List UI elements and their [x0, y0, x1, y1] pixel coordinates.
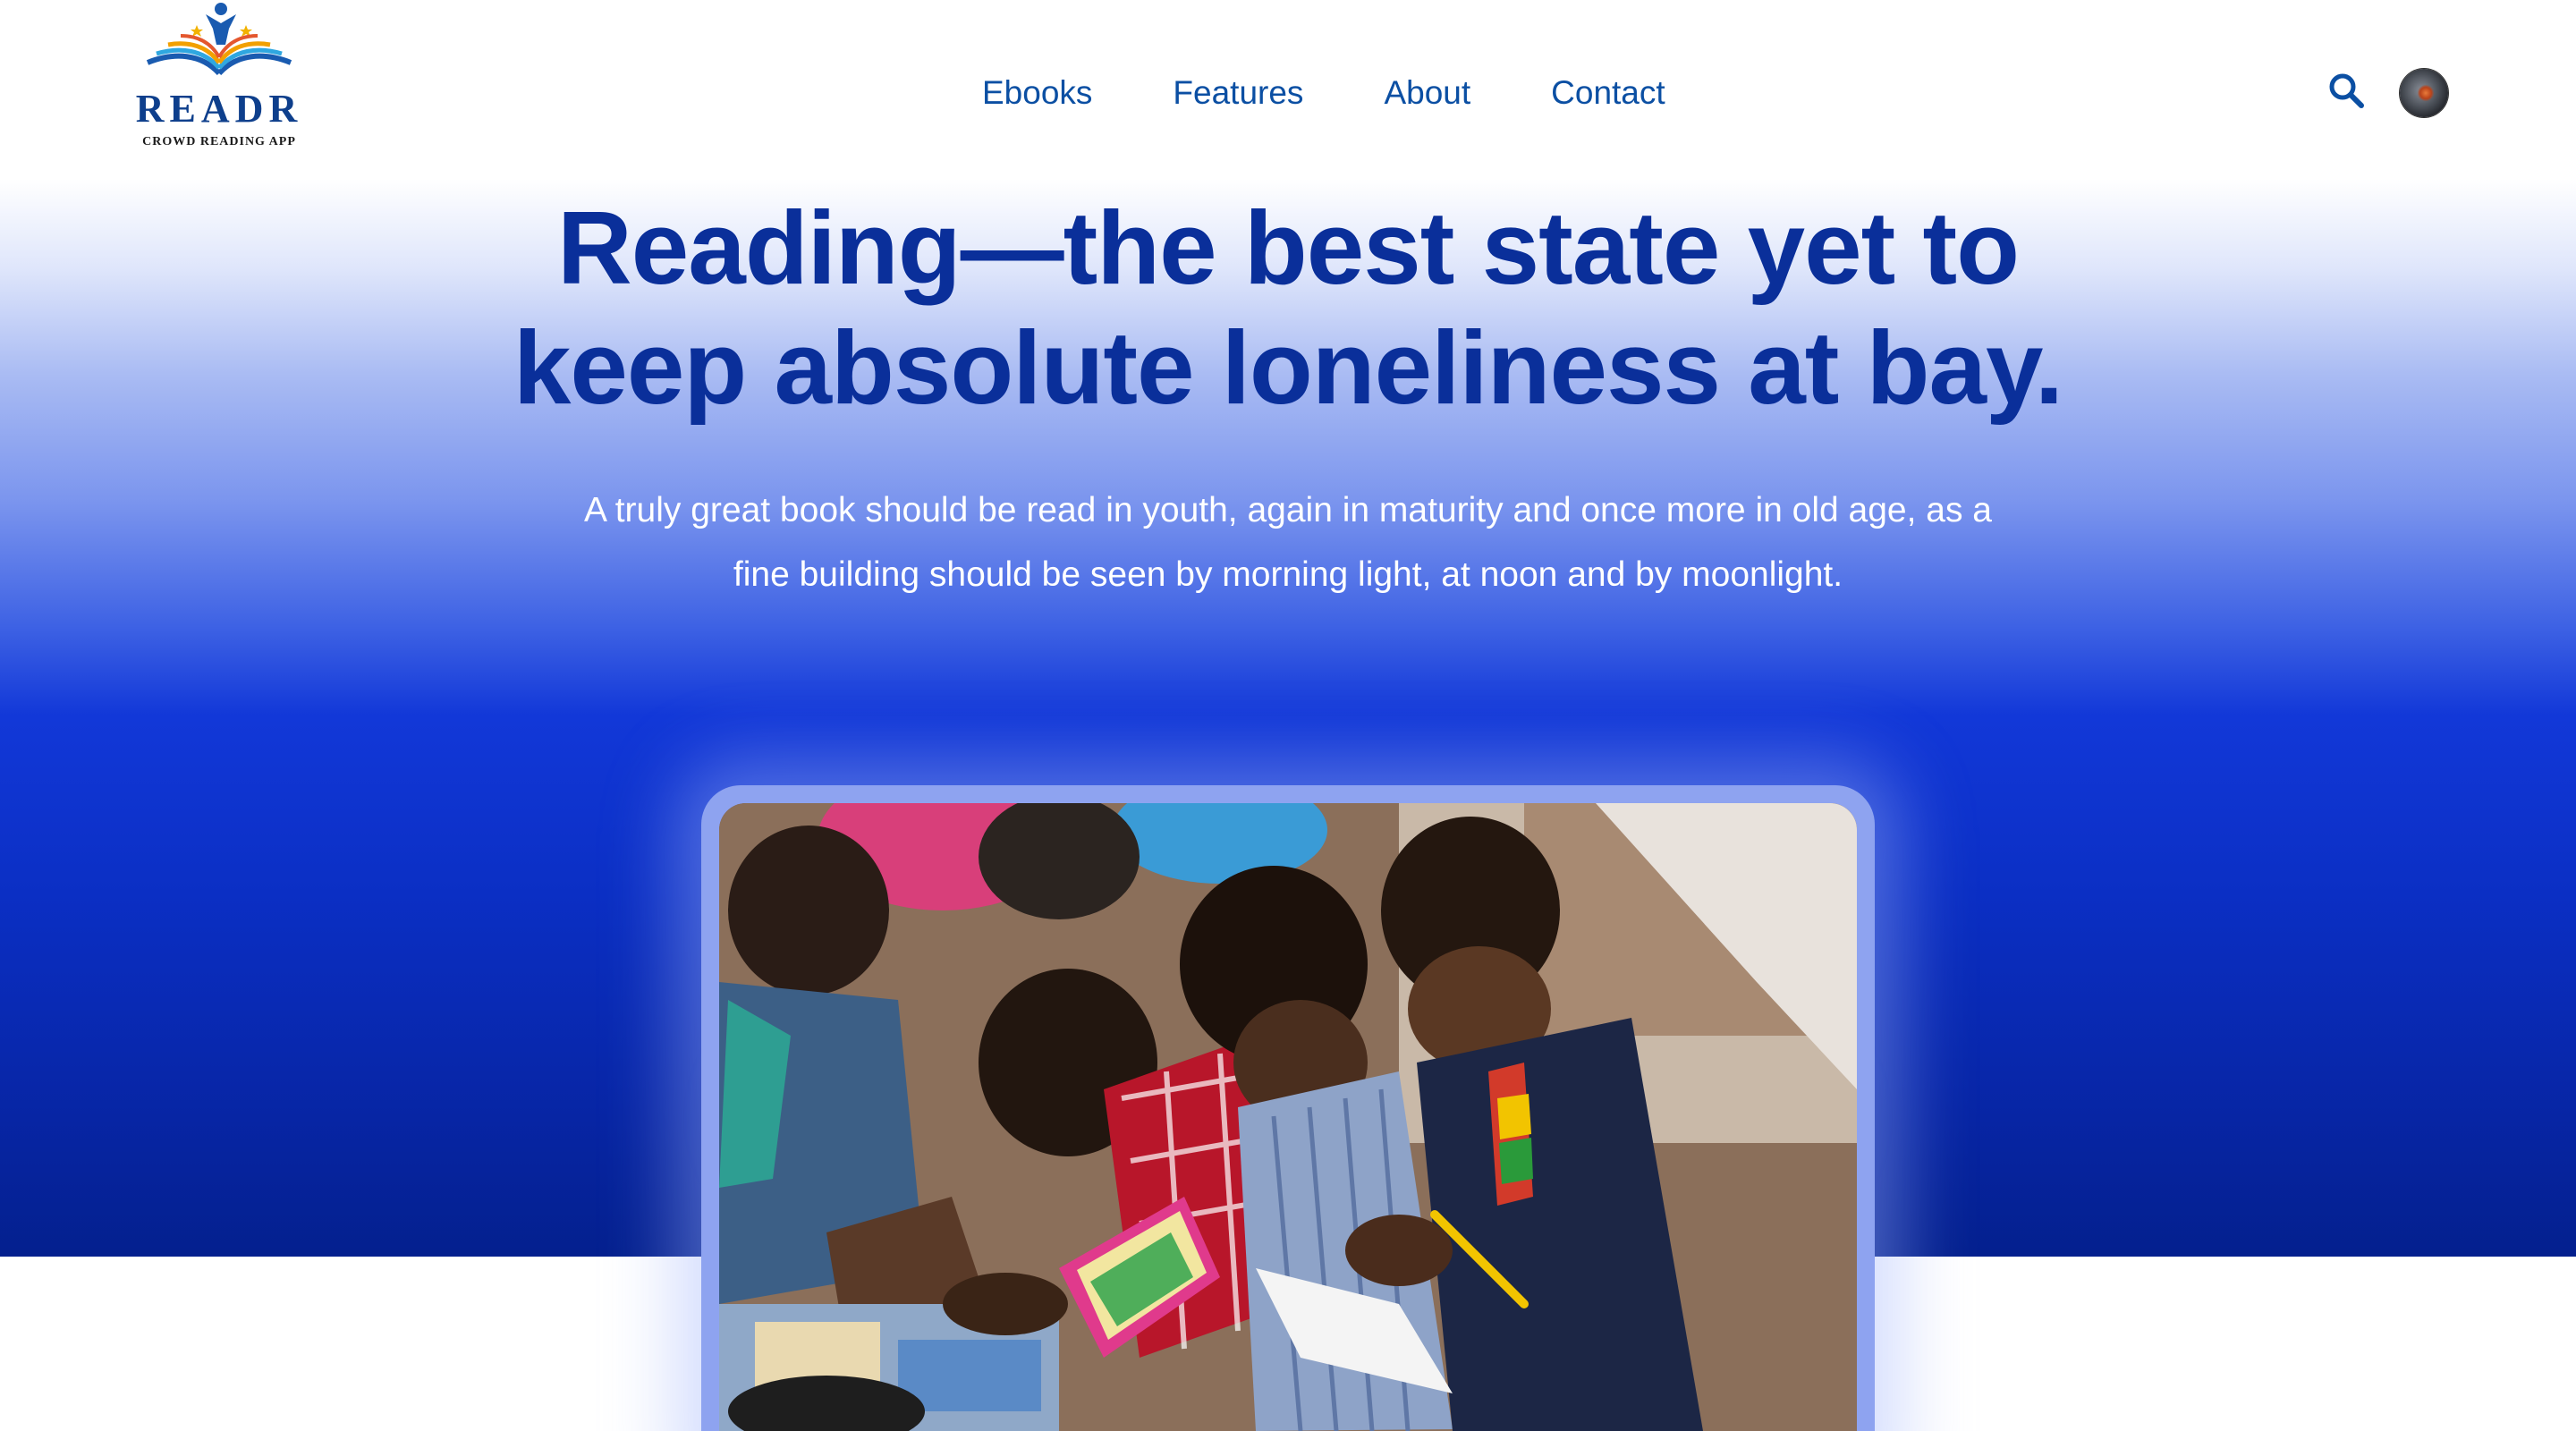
hero-subtext: A truly great book should be read in you…: [584, 491, 1992, 594]
children-reading-photo: [719, 803, 1857, 1431]
nav-item-features[interactable]: Features: [1173, 70, 1303, 116]
search-button[interactable]: [2326, 70, 2368, 113]
hero-photo-children-reading: [719, 803, 1857, 1431]
hero-headline: Reading—the best state yet to keep absol…: [501, 188, 2075, 428]
brand-name: READR: [135, 87, 303, 131]
hero-headline-line2: keep absolute loneliness at bay.: [513, 309, 2063, 426]
site-header: READR CROWD READING APP Ebooks Features …: [0, 0, 2576, 179]
nav-item-contact[interactable]: Contact: [1551, 70, 1665, 116]
hero-headline-line1: Reading—the best state yet to: [557, 190, 2020, 306]
user-avatar[interactable]: [2400, 69, 2448, 117]
brand-logo[interactable]: READR CROWD READING APP: [125, 0, 313, 157]
search-icon: [2329, 73, 2364, 108]
brand-tagline: CROWD READING APP: [142, 135, 296, 148]
open-book-reader-icon: [146, 3, 292, 76]
main-nav: Ebooks Features About Contact: [982, 70, 1665, 116]
nav-item-ebooks[interactable]: Ebooks: [982, 70, 1092, 116]
nav-item-about[interactable]: About: [1384, 70, 1470, 116]
